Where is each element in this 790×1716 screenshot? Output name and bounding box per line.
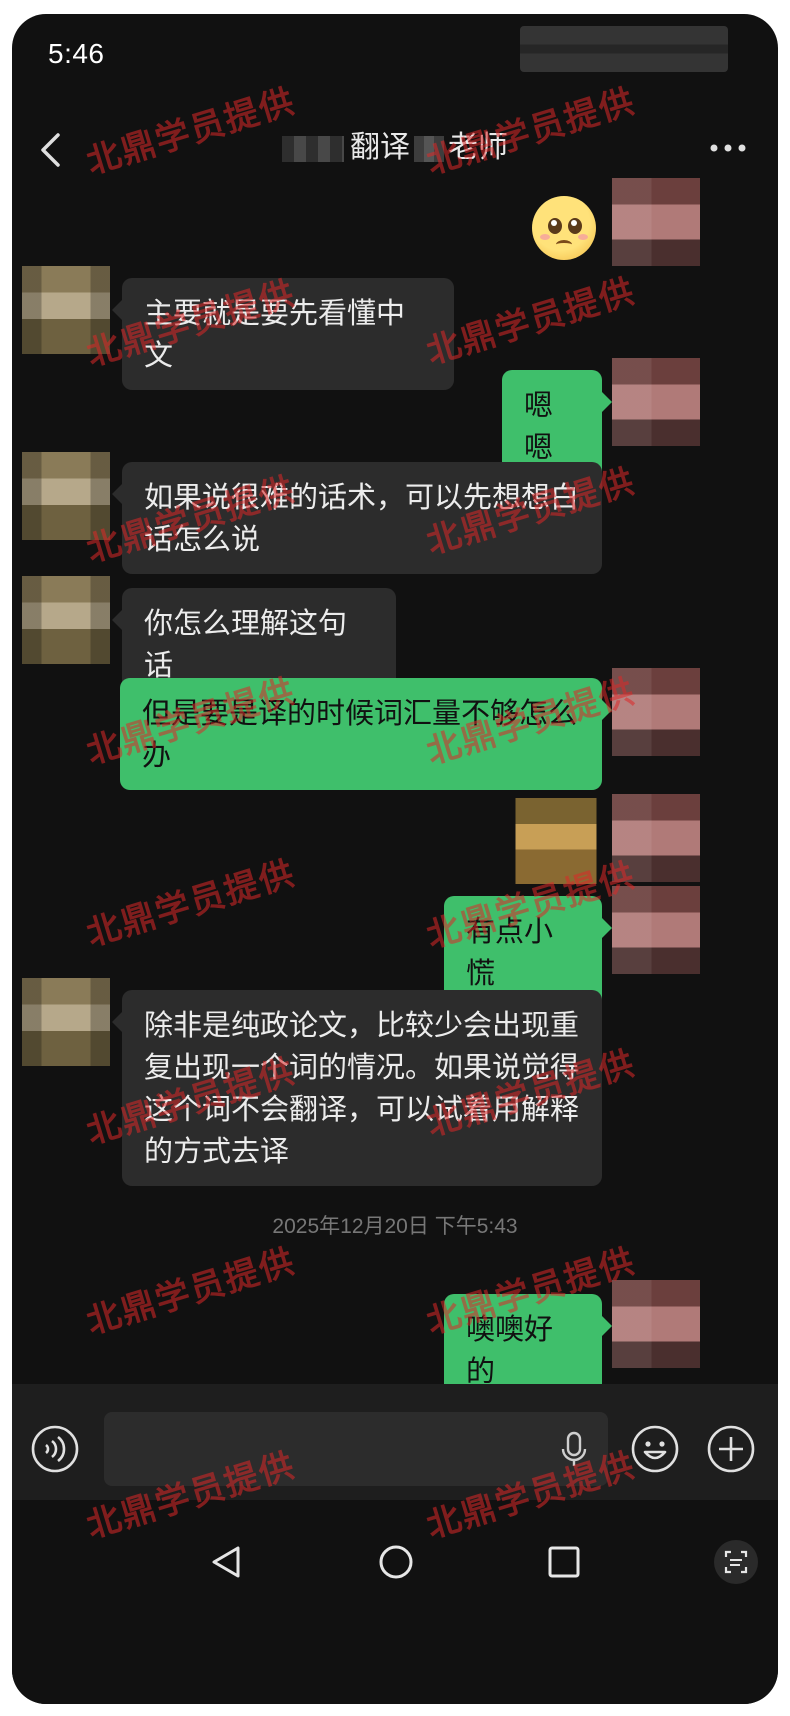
redacted-name-block	[282, 135, 344, 162]
input-bar	[12, 1384, 778, 1500]
message-row: 除非是纯政论文，比较少会出现重复出现一个词的情况。如果说觉得这个词不会翻译，可以…	[12, 978, 778, 1190]
avatar[interactable]	[22, 576, 110, 664]
avatar[interactable]	[22, 266, 110, 354]
pleading-face-sticker[interactable]	[532, 196, 596, 260]
mic-icon[interactable]	[558, 1431, 590, 1469]
avatar[interactable]	[612, 1280, 700, 1368]
message-bubble[interactable]: 但是要是译的时候词汇量不够怎么办	[120, 678, 612, 790]
chat-title-part2: 老师	[448, 130, 508, 165]
avatar[interactable]	[612, 668, 700, 756]
nav-recents-icon[interactable]	[544, 1542, 584, 1582]
nav-back-icon[interactable]	[206, 1542, 246, 1582]
scan-icon[interactable]	[712, 1538, 760, 1586]
message-row: 主要就是要先看懂中文	[12, 266, 778, 390]
message-bubble[interactable]: 如果说很难的话术，可以先想想白话怎么说	[112, 462, 602, 574]
nav-home-icon[interactable]	[376, 1542, 416, 1582]
message-timestamp: 2025年12月20日 下午5:43	[272, 1215, 518, 1238]
chat-screen: 5:46 翻译 老师 主要就是要先看懂中文 嗯嗯 如果说很难的话术，可以先想想白话…	[12, 14, 778, 1704]
more-icon[interactable]	[706, 136, 750, 160]
status-icons-blurred	[520, 26, 728, 72]
message-row: 有点小慌	[12, 886, 778, 1008]
message-row: 你怎么理解这句话	[12, 576, 778, 700]
message-row	[12, 178, 778, 268]
status-time: 5:46	[48, 38, 105, 69]
message-row: 嗯嗯	[12, 358, 778, 482]
avatar[interactable]	[612, 794, 700, 882]
message-row: 噢噢好的	[12, 1280, 778, 1406]
image-message-thumbnail[interactable]	[510, 798, 602, 884]
avatar[interactable]	[22, 978, 110, 1066]
emoji-icon[interactable]	[630, 1424, 680, 1474]
avatar[interactable]	[612, 178, 700, 266]
redacted-name-block	[414, 135, 444, 162]
message-bubble[interactable]: 除非是纯政论文，比较少会出现重复出现一个词的情况。如果说觉得这个词不会翻译，可以…	[112, 990, 602, 1186]
avatar[interactable]	[22, 452, 110, 540]
voice-icon[interactable]	[30, 1424, 80, 1474]
phone-frame: 5:46 翻译 老师 主要就是要先看懂中文 嗯嗯 如果说很难的话术，可以先想想白话…	[12, 14, 778, 1704]
system-nav-bar	[12, 1500, 778, 1704]
avatar[interactable]	[612, 886, 700, 974]
message-row: 但是要是译的时候词汇量不够怎么办	[12, 668, 778, 792]
avatar[interactable]	[612, 358, 700, 446]
message-input[interactable]	[104, 1412, 608, 1486]
chat-title: 翻译 老师	[12, 126, 778, 170]
message-row: 如果说很难的话术，可以先想想白话怎么说	[12, 452, 778, 582]
plus-icon[interactable]	[706, 1424, 756, 1474]
message-row	[12, 794, 778, 886]
chat-title-part1: 翻译	[350, 130, 410, 165]
